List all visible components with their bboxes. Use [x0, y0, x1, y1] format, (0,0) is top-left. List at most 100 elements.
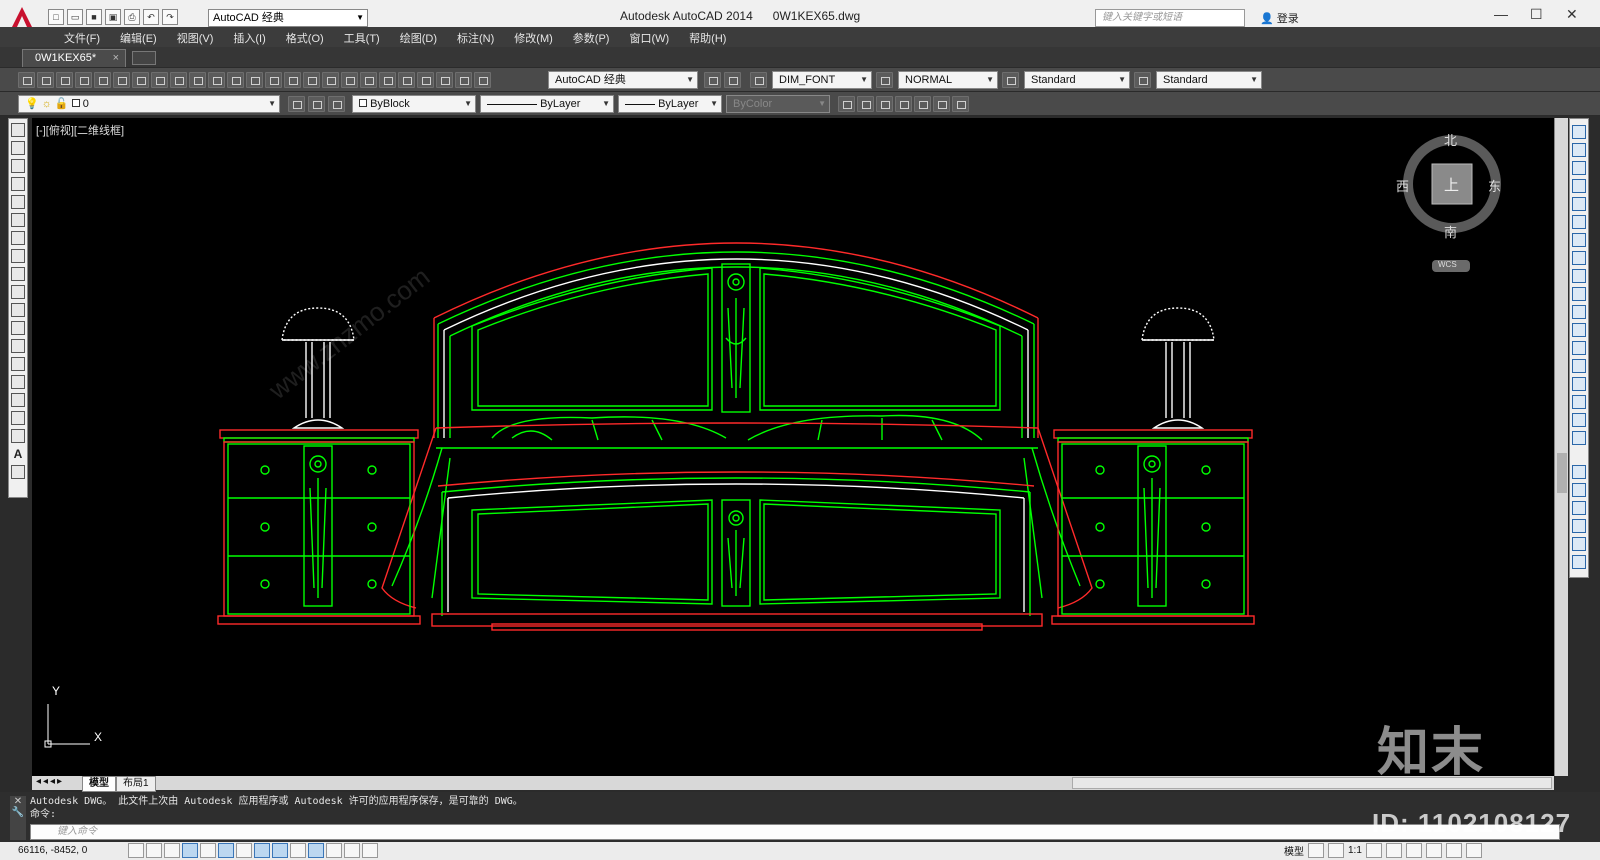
workspace-dropdown[interactable]: AutoCAD 经典 ▼ [548, 71, 698, 89]
3d-object-snap-toggle[interactable] [236, 843, 252, 858]
spline-icon[interactable] [11, 267, 25, 281]
workspace-save-icon[interactable] [724, 72, 741, 88]
zoom-window-icon[interactable] [322, 72, 339, 88]
copy-object-icon[interactable] [1572, 143, 1586, 157]
open-file-icon[interactable]: ▭ [67, 9, 83, 25]
tab-model[interactable]: 模型 [82, 776, 116, 792]
plot-icon[interactable] [75, 72, 92, 88]
undo-icon[interactable] [246, 72, 263, 88]
selection-cycling-toggle[interactable] [362, 843, 378, 858]
menu-format[interactable]: 格式(O) [276, 27, 334, 47]
menu-file[interactable]: 文件(F) [54, 27, 110, 47]
annotation-visibility-icon[interactable] [1365, 843, 1382, 858]
vertical-scroll-thumb[interactable] [1557, 453, 1567, 493]
menu-dimension[interactable]: 标注(N) [447, 27, 504, 47]
text-to-front-icon[interactable] [1572, 555, 1586, 569]
join-icon[interactable] [1572, 359, 1586, 373]
document-tab[interactable]: 0W1KEX65* × [22, 49, 126, 67]
polar-tracking-toggle[interactable] [200, 843, 216, 858]
hardware-acceleration-icon[interactable] [1445, 843, 1462, 858]
command-input[interactable]: 键入命令 [30, 824, 1560, 840]
arc-icon[interactable] [11, 213, 25, 227]
workspace-switching-icon[interactable] [1385, 843, 1402, 858]
multiline-text-icon[interactable]: A [11, 447, 25, 461]
lock-ui-icon[interactable] [1405, 843, 1422, 858]
region-icon[interactable] [11, 411, 25, 425]
dim-style-dropdown[interactable]: NORMAL ▼ [898, 71, 998, 89]
object-snap-toggle[interactable] [218, 843, 234, 858]
text-style-icon[interactable] [750, 72, 767, 88]
plot-preview-icon[interactable] [94, 72, 111, 88]
dynamic-ucs-toggle[interactable] [272, 843, 288, 858]
viewcube-north[interactable]: 北 [1444, 130, 1457, 149]
gradient-icon[interactable] [11, 393, 25, 407]
open-icon[interactable] [37, 72, 54, 88]
layer-dropdown[interactable]: 💡 ☼ 🔓 0 ▼ [18, 95, 280, 113]
calculator-icon[interactable] [455, 72, 472, 88]
menu-window[interactable]: 窗口(W) [619, 27, 679, 47]
redo-icon[interactable]: ↷ [162, 9, 178, 25]
sheet-set-icon[interactable] [417, 72, 434, 88]
camera-icon[interactable] [952, 96, 969, 112]
copy-icon[interactable] [170, 72, 187, 88]
table-icon[interactable] [11, 429, 25, 443]
3d-dwf-icon[interactable] [132, 72, 149, 88]
zoom-realtime-icon[interactable] [303, 72, 320, 88]
grid-display-toggle[interactable] [164, 843, 180, 858]
layer-previous-icon[interactable] [328, 96, 345, 112]
color-dropdown[interactable]: ByBlock ▼ [352, 95, 476, 113]
line-icon[interactable] [11, 123, 25, 137]
markup-icon[interactable] [436, 72, 453, 88]
point-icon[interactable] [11, 357, 25, 371]
workspace-settings-icon[interactable] [704, 72, 721, 88]
text-style-dropdown[interactable]: DIM_FONT ▼ [772, 71, 872, 89]
send-under-icon[interactable] [1572, 537, 1586, 551]
object-snap-tracking-toggle[interactable] [254, 843, 270, 858]
mirror-icon[interactable] [1572, 161, 1586, 175]
menu-view[interactable]: 视图(V) [167, 27, 224, 47]
lineweight-toggle[interactable] [308, 843, 324, 858]
menu-parameters[interactable]: 参数(P) [563, 27, 620, 47]
scale-icon[interactable] [1572, 251, 1586, 265]
add-selected-icon[interactable] [11, 465, 25, 479]
multileader-style-icon[interactable] [1134, 72, 1151, 88]
signin-button[interactable]: 👤 登录 [1260, 10, 1299, 26]
publish-icon[interactable] [113, 72, 130, 88]
construction-line-icon[interactable] [11, 141, 25, 155]
menu-modify[interactable]: 修改(M) [504, 27, 563, 47]
infer-constraints-toggle[interactable] [128, 843, 144, 858]
maximize-button[interactable]: ☐ [1530, 6, 1543, 23]
named-views-icon[interactable] [838, 96, 855, 112]
insert-block-icon[interactable] [11, 321, 25, 335]
close-tab-icon[interactable]: × [113, 50, 119, 66]
cut-icon[interactable] [151, 72, 168, 88]
erase-icon[interactable] [1572, 125, 1586, 139]
tab-layout1[interactable]: 布局1 [116, 776, 156, 792]
break-icon[interactable] [1572, 341, 1586, 355]
viewcube-face-label[interactable]: 上 [1444, 174, 1459, 195]
match-properties-icon[interactable] [208, 72, 225, 88]
quick-properties-toggle[interactable] [344, 843, 360, 858]
circle-icon[interactable] [11, 231, 25, 245]
polyline-icon[interactable] [11, 159, 25, 173]
wcs-menu[interactable]: WCS [1438, 260, 1457, 269]
redo-icon[interactable] [265, 72, 282, 88]
new-tab-button[interactable] [132, 51, 156, 65]
zoom-previous-icon[interactable] [341, 72, 358, 88]
menu-draw[interactable]: 绘图(D) [390, 27, 447, 47]
save-icon[interactable]: ■ [86, 9, 102, 25]
undo-icon[interactable]: ↶ [143, 9, 159, 25]
vertical-scrollbar[interactable] [1554, 118, 1568, 776]
new-file-icon[interactable]: □ [48, 9, 64, 25]
polygon-icon[interactable] [11, 177, 25, 191]
clean-screen-icon[interactable] [1465, 843, 1482, 858]
ortho-mode-toggle[interactable] [182, 843, 198, 858]
front-view-icon[interactable] [876, 96, 893, 112]
model-space-label[interactable]: 模型 [1284, 843, 1304, 858]
snap-mode-toggle[interactable] [146, 843, 162, 858]
viewcube-south[interactable]: 南 [1444, 222, 1457, 241]
tool-palettes-icon[interactable] [398, 72, 415, 88]
menu-help[interactable]: 帮助(H) [679, 27, 736, 47]
table-style-icon[interactable] [1002, 72, 1019, 88]
viewcube[interactable] [1403, 135, 1501, 272]
